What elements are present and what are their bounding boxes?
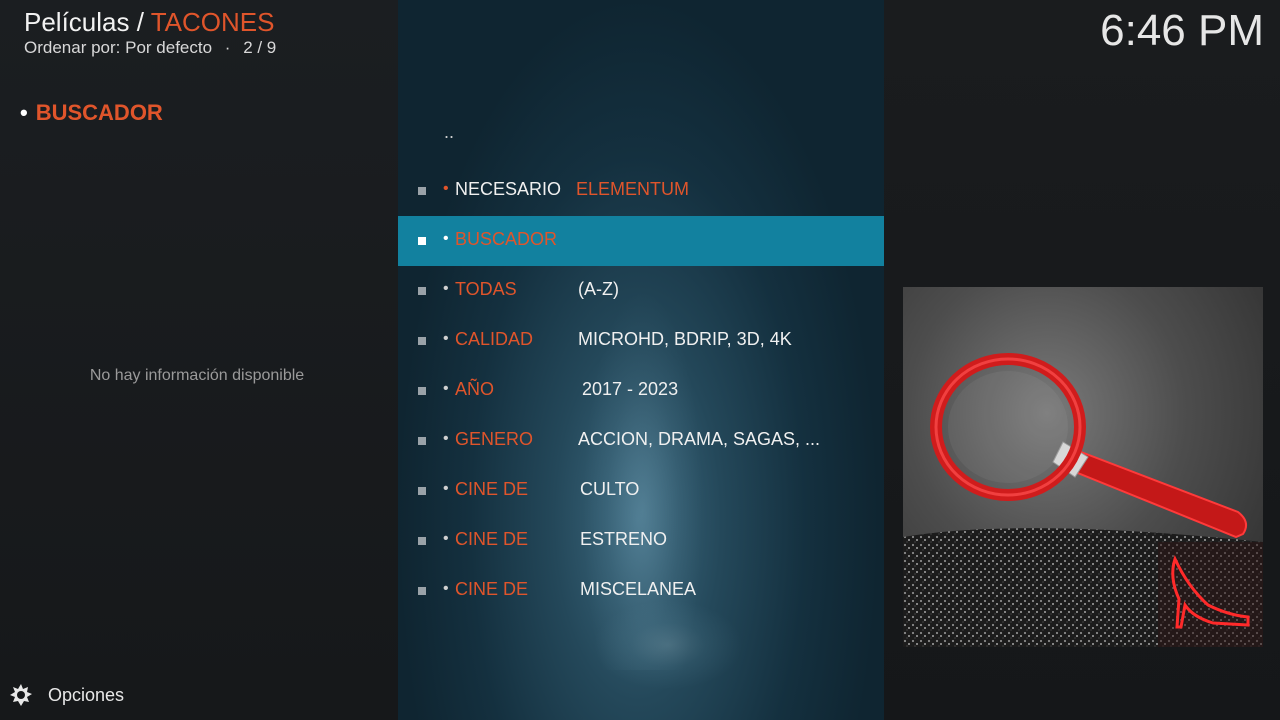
options-label: Opciones	[48, 684, 125, 705]
item-bullet: •	[443, 380, 449, 397]
breadcrumb: Películas / TACONES	[24, 6, 274, 38]
sort-info: Ordenar por: Por defecto · 2 / 9	[24, 38, 276, 58]
item-bullet: •	[443, 480, 449, 497]
info-heading-label: BUSCADOR	[35, 100, 163, 125]
item-bullet: •	[443, 230, 449, 247]
info-heading: • BUSCADOR	[20, 100, 163, 126]
item-bullet: •	[443, 280, 449, 297]
item-label: NECESARIO	[455, 179, 562, 199]
clock: 6:46 PM	[1100, 6, 1264, 55]
item-list: .. • NECESARIO ELEMENTUM • BUSCADOR • TO…	[398, 116, 884, 616]
breadcrumb-folder: TACONES	[150, 7, 275, 37]
item-value: 2017 - 2023	[582, 379, 679, 399]
item-value: ACCION, DRAMA, SAGAS, ...	[578, 429, 821, 449]
info-heading-bullet: •	[20, 100, 28, 125]
item-marker-icon	[418, 537, 426, 545]
list-item[interactable]: • CINE DE MISCELANEA	[398, 566, 884, 616]
item-bullet: •	[443, 330, 449, 347]
item-marker-icon	[418, 287, 426, 295]
item-label: CINE DE	[455, 479, 529, 499]
list-item[interactable]: • NECESARIO ELEMENTUM	[398, 166, 884, 216]
item-marker-icon	[418, 237, 426, 245]
magnifier-handle	[1061, 445, 1248, 539]
item-value: CULTO	[580, 479, 640, 499]
item-label: TODAS	[455, 279, 517, 299]
item-marker-icon	[418, 187, 426, 195]
breadcrumb-section: Películas	[24, 7, 130, 37]
list-item[interactable]: • AÑO 2017 - 2023	[398, 366, 884, 416]
item-label: AÑO	[455, 379, 495, 399]
item-bullet: •	[443, 180, 449, 197]
list-item[interactable]: • CINE DE ESTRENO	[398, 516, 884, 566]
item-marker-icon	[418, 387, 426, 395]
list-item[interactable]: • TODAS (A-Z)	[398, 266, 884, 316]
item-label: BUSCADOR	[455, 229, 558, 249]
item-label: GENERO	[455, 429, 534, 449]
item-label: CALIDAD	[455, 329, 534, 349]
magnifier-red-heel-image	[903, 353, 1263, 647]
breadcrumb-separator: /	[129, 7, 151, 37]
gear-icon	[10, 684, 32, 706]
parent-folder-label: ..	[444, 122, 455, 142]
item-marker-icon	[418, 337, 426, 345]
item-bullet: •	[443, 530, 449, 547]
sort-separator-dot: ·	[224, 38, 231, 57]
item-bullet: •	[443, 580, 449, 597]
options-button[interactable]: Opciones	[8, 682, 124, 708]
item-position: 2 / 9	[243, 38, 277, 57]
item-value: MISCELANEA	[580, 579, 697, 599]
list-item-focused[interactable]: • BUSCADOR	[398, 216, 884, 266]
item-marker-icon	[418, 437, 426, 445]
sort-label: Ordenar por: Por defecto	[24, 38, 213, 57]
list-item[interactable]: • CALIDAD MICROHD, BDRIP, 3D, 4K	[398, 316, 884, 366]
item-label: CINE DE	[455, 529, 529, 549]
item-marker-icon	[418, 587, 426, 595]
list-item-parent[interactable]: ..	[398, 116, 884, 166]
item-bullet: •	[443, 430, 449, 447]
item-marker-icon	[418, 487, 426, 495]
list-item[interactable]: • GENERO ACCION, DRAMA, SAGAS, ...	[398, 416, 884, 466]
item-value: (A-Z)	[578, 279, 619, 299]
item-value: ELEMENTUM	[576, 179, 690, 199]
list-item[interactable]: • CINE DE CULTO	[398, 466, 884, 516]
no-info-text: No hay información disponible	[89, 367, 305, 384]
kodi-window: Películas / TACONES Ordenar por: Por def…	[0, 0, 1280, 720]
item-label: CINE DE	[455, 579, 529, 599]
item-value: MICROHD, BDRIP, 3D, 4K	[578, 329, 792, 349]
item-thumbnail	[903, 287, 1263, 647]
item-value: ESTRENO	[580, 529, 668, 549]
